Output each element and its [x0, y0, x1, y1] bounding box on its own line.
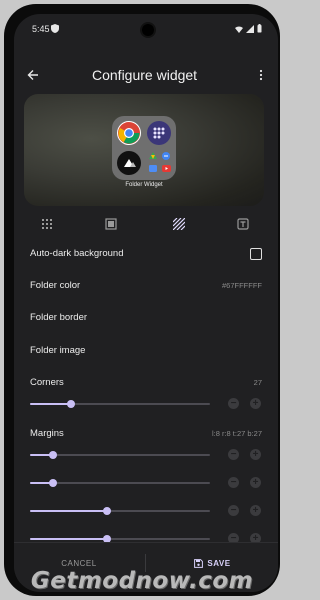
corners-minus-button[interactable]: −	[228, 398, 239, 409]
slider-thumb[interactable]	[103, 507, 112, 515]
battery-icon	[257, 24, 262, 33]
folder-image-label[interactable]: Folder image	[30, 345, 85, 356]
slider-fill	[30, 538, 108, 540]
corners-plus-button[interactable]: +	[250, 398, 261, 409]
status-icons	[235, 24, 262, 33]
more-options-button[interactable]	[252, 64, 270, 86]
frame-icon	[105, 218, 117, 230]
save-label: SAVE	[207, 558, 231, 568]
status-bar: 5:45	[14, 14, 278, 42]
status-time: 5:45	[32, 24, 50, 34]
slider-thumb[interactable]	[49, 479, 58, 487]
tab-layout[interactable]	[32, 214, 62, 234]
margin-top-minus-button[interactable]: −	[228, 505, 239, 516]
margin-right-slider[interactable]	[30, 477, 210, 489]
margin-right-plus-button[interactable]: +	[250, 477, 261, 488]
tab-text[interactable]	[228, 214, 258, 234]
save-icon	[194, 558, 204, 568]
texture-icon	[173, 218, 185, 230]
auto-dark-label: Auto-dark background	[30, 248, 124, 259]
arrow-back-icon	[27, 70, 38, 80]
margin-right-minus-button[interactable]: −	[228, 477, 239, 488]
slider-fill	[30, 403, 72, 405]
corners-label: Corners	[30, 377, 64, 388]
tab-background[interactable]	[96, 214, 126, 234]
margin-top-slider[interactable]	[30, 505, 210, 517]
app-bar: Configure widget	[14, 58, 278, 92]
back-button[interactable]	[22, 64, 44, 86]
cancel-label: CANCEL	[61, 558, 97, 568]
auto-dark-checkbox[interactable]	[250, 248, 262, 260]
camera-app-icon	[117, 151, 141, 175]
folder-color-value: #67FFFFFF	[221, 281, 262, 290]
margin-top-plus-button[interactable]: +	[250, 505, 261, 516]
tab-style[interactable]	[164, 214, 194, 234]
screen: 5:45 Configure widget Folder Widget Auto…	[14, 14, 278, 592]
more-vert-icon	[259, 69, 263, 81]
folder-color-label[interactable]: Folder color	[30, 280, 80, 291]
mini-apps-icon	[149, 152, 171, 172]
apps-grid-icon	[147, 121, 171, 145]
slider-thumb[interactable]	[67, 400, 76, 408]
margin-left-slider[interactable]	[30, 449, 210, 461]
watermark: Getmodnow.com	[30, 568, 254, 594]
folder-border-label[interactable]: Folder border	[30, 312, 87, 323]
wifi-icon	[235, 25, 243, 33]
text-icon	[237, 218, 249, 230]
folder-widget[interactable]	[112, 116, 176, 180]
chrome-icon	[117, 121, 141, 145]
camera-cutout	[142, 24, 154, 36]
phone-frame: 5:45 Configure widget Folder Widget Auto…	[4, 4, 280, 596]
editor-tabs	[14, 210, 278, 238]
grid-dots-icon	[42, 219, 52, 229]
slider-thumb[interactable]	[49, 451, 58, 459]
page-title: Configure widget	[92, 67, 198, 83]
corners-slider[interactable]	[30, 398, 210, 410]
signal-icon	[246, 24, 254, 33]
folder-label: Folder Widget	[125, 182, 163, 188]
margins-label: Margins	[30, 428, 64, 439]
widget-preview: Folder Widget	[24, 94, 264, 206]
margin-left-minus-button[interactable]: −	[228, 449, 239, 460]
margin-left-plus-button[interactable]: +	[250, 449, 261, 460]
margins-value: l:8 r:8 t:27 b:27	[211, 429, 262, 438]
shield-icon	[51, 24, 59, 33]
slider-fill	[30, 510, 108, 512]
corners-value: 27	[253, 378, 262, 387]
